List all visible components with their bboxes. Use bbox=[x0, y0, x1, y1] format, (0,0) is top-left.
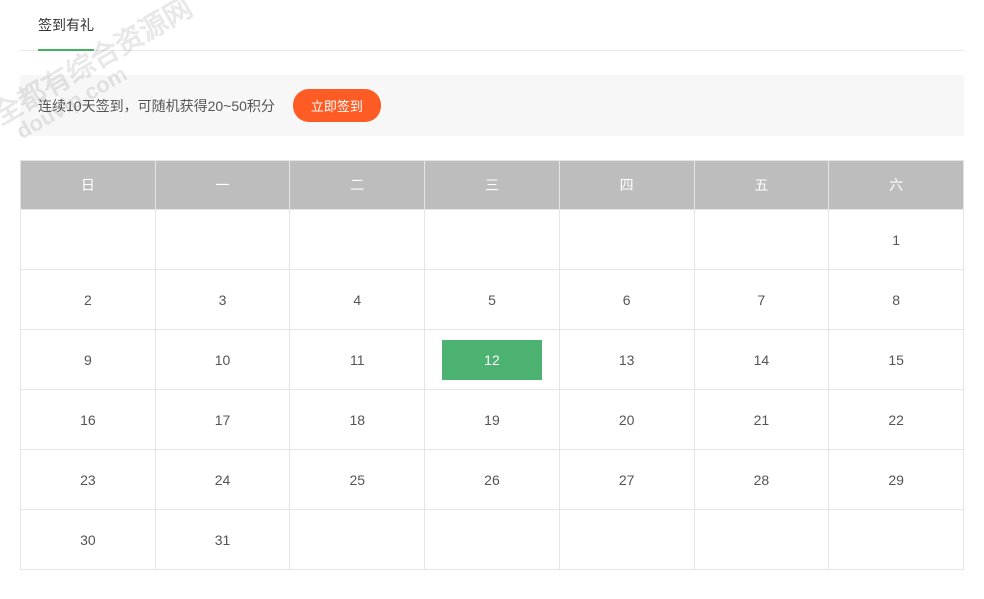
calendar-day-cell bbox=[290, 210, 425, 270]
calendar-day-cell[interactable]: 16 bbox=[21, 390, 156, 450]
calendar-day-number: 16 bbox=[80, 412, 96, 428]
calendar-day-cell bbox=[425, 210, 560, 270]
calendar-day-cell[interactable]: 30 bbox=[21, 510, 156, 570]
calendar-day-cell[interactable]: 10 bbox=[155, 330, 290, 390]
calendar-day-number: 29 bbox=[888, 472, 904, 488]
calendar-day-number: 13 bbox=[619, 352, 635, 368]
calendar-header-thu: 四 bbox=[559, 161, 694, 210]
calendar-day-cell bbox=[21, 210, 156, 270]
calendar-day-cell[interactable]: 4 bbox=[290, 270, 425, 330]
calendar-day-number: 10 bbox=[215, 352, 231, 368]
calendar-day-cell[interactable]: 28 bbox=[694, 450, 829, 510]
calendar-day-cell bbox=[694, 210, 829, 270]
tab-signin-rewards[interactable]: 签到有礼 bbox=[20, 0, 112, 50]
info-bar: 连续10天签到，可随机获得20~50积分 立即签到 bbox=[20, 75, 964, 136]
calendar-day-cell[interactable]: 8 bbox=[829, 270, 964, 330]
calendar-day-number: 19 bbox=[484, 412, 500, 428]
tab-bar: 签到有礼 bbox=[20, 0, 964, 51]
calendar-day-number: 9 bbox=[84, 352, 92, 368]
calendar-day-number: 22 bbox=[888, 412, 904, 428]
calendar-day-number: 3 bbox=[219, 292, 227, 308]
calendar-day-cell[interactable]: 29 bbox=[829, 450, 964, 510]
calendar-day-cell[interactable]: 3 bbox=[155, 270, 290, 330]
calendar-day-cell[interactable]: 7 bbox=[694, 270, 829, 330]
calendar-day-number: 6 bbox=[623, 292, 631, 308]
calendar-day-cell bbox=[425, 510, 560, 570]
calendar-day-cell bbox=[155, 210, 290, 270]
calendar-header-mon: 一 bbox=[155, 161, 290, 210]
calendar-day-cell bbox=[829, 510, 964, 570]
calendar-day-cell bbox=[559, 510, 694, 570]
calendar-day-number: 5 bbox=[488, 292, 496, 308]
calendar-day-number: 18 bbox=[349, 412, 365, 428]
calendar-day-cell[interactable]: 21 bbox=[694, 390, 829, 450]
calendar-day-number: 11 bbox=[350, 352, 365, 368]
calendar-day-number: 30 bbox=[80, 532, 96, 548]
info-text: 连续10天签到，可随机获得20~50积分 bbox=[38, 96, 275, 116]
calendar-row: 2 3 4 5 6 7 8 bbox=[21, 270, 964, 330]
calendar-day-number: 31 bbox=[215, 532, 231, 548]
calendar-day-cell[interactable]: 12 bbox=[425, 330, 560, 390]
calendar-day-number: 1 bbox=[892, 232, 900, 248]
calendar-day-cell[interactable]: 24 bbox=[155, 450, 290, 510]
calendar-day-number: 17 bbox=[215, 412, 231, 428]
calendar-row: 9 10 11 12 13 14 15 bbox=[21, 330, 964, 390]
calendar-day-cell[interactable]: 31 bbox=[155, 510, 290, 570]
calendar-day-cell[interactable]: 27 bbox=[559, 450, 694, 510]
calendar-day-cell[interactable]: 13 bbox=[559, 330, 694, 390]
calendar-day-number: 7 bbox=[757, 292, 765, 308]
calendar-day-number: 15 bbox=[888, 352, 904, 368]
calendar-day-cell bbox=[559, 210, 694, 270]
calendar-day-number: 2 bbox=[84, 292, 92, 308]
signin-button[interactable]: 立即签到 bbox=[293, 89, 381, 122]
calendar-day-cell[interactable]: 17 bbox=[155, 390, 290, 450]
calendar-day-cell[interactable]: 26 bbox=[425, 450, 560, 510]
calendar-header-sun: 日 bbox=[21, 161, 156, 210]
calendar-day-cell[interactable]: 15 bbox=[829, 330, 964, 390]
calendar-day-number: 21 bbox=[754, 412, 770, 428]
tab-label: 签到有礼 bbox=[38, 17, 94, 33]
calendar-day-cell[interactable]: 23 bbox=[21, 450, 156, 510]
calendar-day-cell[interactable]: 9 bbox=[21, 330, 156, 390]
calendar-row: 1 bbox=[21, 210, 964, 270]
calendar-day-number: 8 bbox=[892, 292, 900, 308]
calendar-day-cell[interactable]: 1 bbox=[829, 210, 964, 270]
calendar-day-number: 25 bbox=[349, 472, 365, 488]
calendar-day-number: 26 bbox=[484, 472, 500, 488]
calendar-day-number: 4 bbox=[353, 292, 361, 308]
calendar-day-cell[interactable]: 18 bbox=[290, 390, 425, 450]
calendar-day-cell bbox=[694, 510, 829, 570]
calendar-header-tue: 二 bbox=[290, 161, 425, 210]
calendar-day-cell[interactable]: 11 bbox=[290, 330, 425, 390]
calendar-row: 16 17 18 19 20 21 22 bbox=[21, 390, 964, 450]
calendar-header-sat: 六 bbox=[829, 161, 964, 210]
calendar-day-number: 20 bbox=[619, 412, 635, 428]
calendar-header-row: 日 一 二 三 四 五 六 bbox=[21, 161, 964, 210]
calendar-day-cell[interactable]: 20 bbox=[559, 390, 694, 450]
calendar-day-number: 27 bbox=[619, 472, 635, 488]
calendar-day-cell[interactable]: 22 bbox=[829, 390, 964, 450]
calendar-day-number: 28 bbox=[754, 472, 770, 488]
calendar-day-cell[interactable]: 2 bbox=[21, 270, 156, 330]
calendar-day-cell[interactable]: 5 bbox=[425, 270, 560, 330]
calendar-day-number: 23 bbox=[80, 472, 96, 488]
calendar-row: 23 24 25 26 27 28 29 bbox=[21, 450, 964, 510]
calendar-row: 30 31 bbox=[21, 510, 964, 570]
calendar-header-fri: 五 bbox=[694, 161, 829, 210]
calendar-day-number: 14 bbox=[754, 352, 770, 368]
calendar-day-number: 12 bbox=[442, 340, 542, 380]
calendar-day-cell[interactable]: 6 bbox=[559, 270, 694, 330]
calendar-day-cell[interactable]: 25 bbox=[290, 450, 425, 510]
calendar-header-wed: 三 bbox=[425, 161, 560, 210]
calendar-table: 日 一 二 三 四 五 六 12345678910111213141516171… bbox=[20, 160, 964, 570]
calendar-day-number: 24 bbox=[215, 472, 231, 488]
calendar-day-cell[interactable]: 19 bbox=[425, 390, 560, 450]
calendar-day-cell bbox=[290, 510, 425, 570]
calendar-day-cell[interactable]: 14 bbox=[694, 330, 829, 390]
